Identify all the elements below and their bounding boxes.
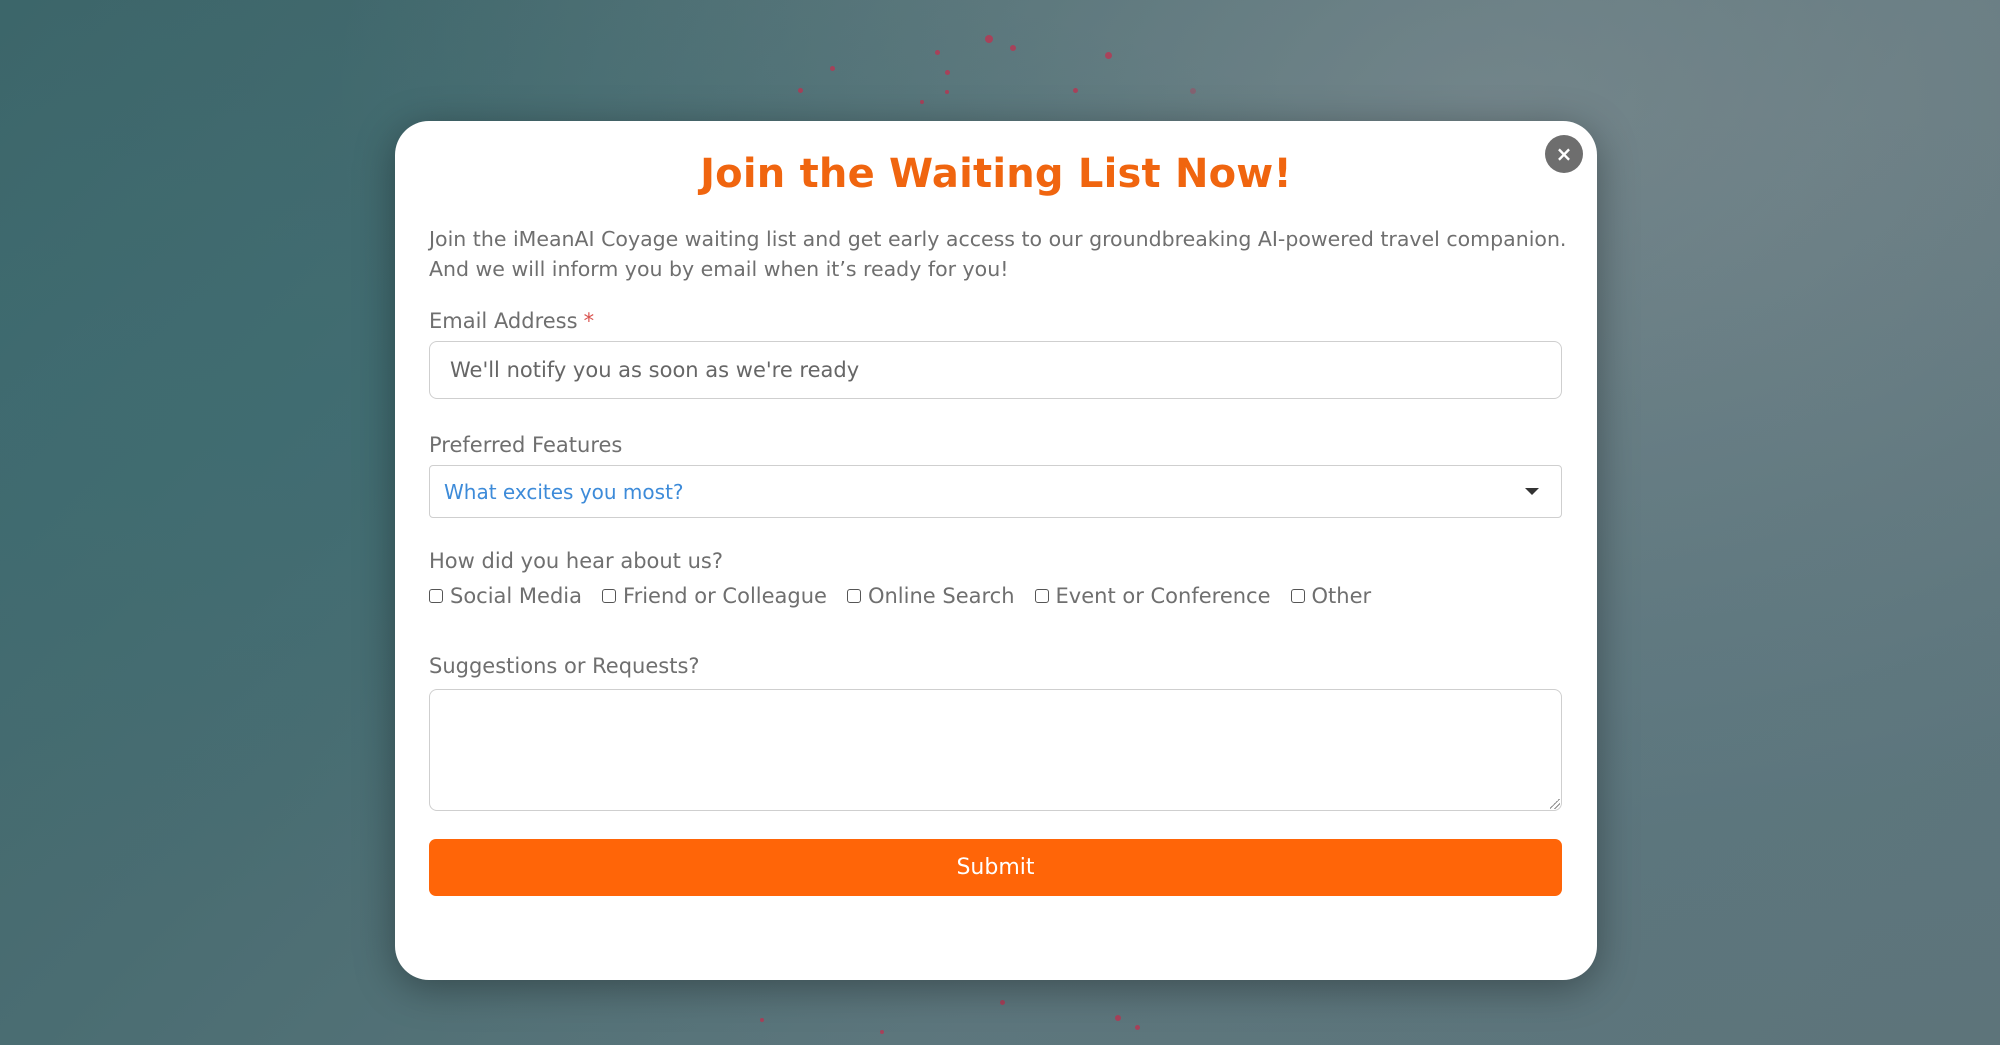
checkbox-friend-or-colleague[interactable]: Friend or Colleague bbox=[602, 584, 827, 608]
checkbox-label: Friend or Colleague bbox=[623, 584, 827, 608]
checkbox-online-search[interactable]: Online Search bbox=[846, 584, 1015, 608]
checkbox-label: Event or Conference bbox=[1055, 584, 1271, 608]
chevron-down-icon bbox=[1525, 488, 1539, 495]
checkbox-label: Online Search bbox=[867, 584, 1015, 608]
waiting-list-modal: × Join the Waiting List Now! Join the iM… bbox=[395, 121, 1597, 980]
checkbox-icon[interactable] bbox=[429, 589, 443, 603]
checkbox-event-or-conference[interactable]: Event or Conference bbox=[1034, 584, 1271, 608]
preferred-features-select[interactable]: What excites you most? bbox=[429, 465, 1562, 518]
checkbox-other[interactable]: Other bbox=[1290, 584, 1372, 608]
checkbox-icon[interactable] bbox=[602, 589, 617, 603]
source-checkbox-group: Social Media Friend or Colleague Online … bbox=[429, 584, 1391, 608]
intro-text: Join the iMeanAI Coyage waiting list and… bbox=[429, 224, 1569, 284]
source-label: How did you hear about us? bbox=[429, 549, 723, 573]
checkbox-label: Other bbox=[1311, 584, 1372, 608]
submit-button[interactable]: Submit bbox=[429, 839, 1562, 896]
email-field[interactable] bbox=[429, 341, 1562, 399]
select-value: What excites you most? bbox=[444, 479, 684, 504]
intro-line-1: Join the iMeanAI Coyage waiting list and… bbox=[429, 227, 1567, 251]
checkbox-social-media[interactable]: Social Media bbox=[429, 584, 582, 608]
resize-handle-icon[interactable] bbox=[1550, 799, 1560, 809]
suggestions-textarea[interactable] bbox=[429, 689, 1562, 811]
modal-title: Join the Waiting List Now! bbox=[700, 151, 1292, 197]
required-asterisk: * bbox=[583, 309, 595, 333]
email-label-text: Email Address bbox=[429, 309, 578, 333]
email-label: Email Address * bbox=[429, 309, 594, 333]
features-label: Preferred Features bbox=[429, 433, 623, 457]
intro-line-2: And we will inform you by email when it’… bbox=[429, 257, 1009, 281]
suggestions-label: Suggestions or Requests? bbox=[429, 654, 700, 678]
checkbox-label: Social Media bbox=[450, 584, 583, 608]
checkbox-icon[interactable] bbox=[846, 589, 861, 603]
checkbox-icon[interactable] bbox=[1290, 589, 1305, 603]
checkbox-icon[interactable] bbox=[1034, 589, 1049, 603]
